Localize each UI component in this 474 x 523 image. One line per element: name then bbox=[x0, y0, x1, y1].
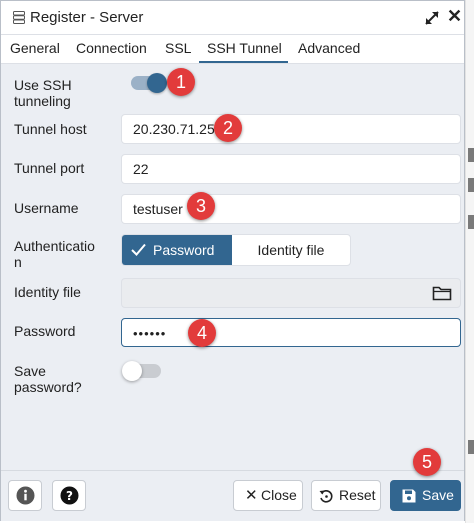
username-label: Username bbox=[14, 200, 79, 216]
annotation-badge: 3 bbox=[187, 192, 215, 220]
help-button[interactable]: ? bbox=[52, 480, 86, 511]
active-tab-indicator bbox=[199, 61, 288, 63]
reset-icon bbox=[319, 490, 333, 503]
save-button[interactable]: Save bbox=[390, 480, 461, 511]
folder-icon[interactable] bbox=[432, 285, 452, 301]
info-icon bbox=[16, 486, 35, 505]
info-button[interactable] bbox=[8, 480, 42, 511]
authentication-label: Authenticatio n bbox=[14, 238, 95, 270]
tunnel-host-input[interactable]: 20.230.71.25 bbox=[121, 114, 461, 144]
use-ssh-label: Use SSH tunneling bbox=[14, 77, 72, 109]
tunnel-host-label: Tunnel host bbox=[14, 121, 87, 137]
register-server-dialog: Register - Server ✕ General Connection S… bbox=[0, 0, 465, 521]
annotation-badge: 5 bbox=[413, 448, 441, 476]
dialog-footer: ? ✕ Close Reset Save bbox=[1, 470, 464, 521]
auth-option-identity-file[interactable]: Identity file bbox=[232, 235, 350, 265]
expand-icon[interactable] bbox=[424, 10, 440, 26]
tab-bar: General Connection SSL SSH Tunnel Advanc… bbox=[1, 35, 464, 64]
check-icon bbox=[131, 243, 146, 256]
background-mark bbox=[468, 148, 474, 162]
tab-advanced[interactable]: Advanced bbox=[298, 40, 360, 56]
background-mark bbox=[468, 178, 474, 192]
auth-option-password[interactable]: Password bbox=[122, 235, 232, 265]
background-mark bbox=[468, 215, 474, 229]
annotation-badge: 4 bbox=[188, 319, 216, 347]
close-icon[interactable]: ✕ bbox=[447, 6, 462, 26]
svg-text:?: ? bbox=[66, 489, 73, 503]
server-icon bbox=[13, 11, 25, 24]
x-icon: ✕ bbox=[245, 487, 258, 504]
help-icon: ? bbox=[60, 486, 79, 505]
tab-connection[interactable]: Connection bbox=[76, 40, 147, 56]
annotation-badge: 1 bbox=[167, 68, 195, 96]
tab-ssh-tunnel[interactable]: SSH Tunnel bbox=[207, 40, 282, 56]
tunnel-port-label: Tunnel port bbox=[14, 160, 85, 176]
reset-button[interactable]: Reset bbox=[311, 480, 381, 511]
identity-file-label: Identity file bbox=[14, 284, 81, 300]
background-mark bbox=[468, 440, 474, 454]
dialog-title: Register - Server bbox=[30, 9, 144, 26]
password-label: Password bbox=[14, 323, 76, 339]
floppy-disk-icon bbox=[402, 489, 416, 503]
tab-general[interactable]: General bbox=[10, 40, 60, 56]
tab-ssl[interactable]: SSL bbox=[165, 40, 191, 56]
username-input[interactable]: testuser bbox=[121, 194, 461, 224]
save-password-label: Save password? bbox=[14, 363, 82, 395]
close-button[interactable]: ✕ Close bbox=[233, 480, 303, 511]
authentication-selector: Password Identity file bbox=[121, 234, 351, 266]
annotation-badge: 2 bbox=[214, 114, 242, 142]
identity-file-input[interactable] bbox=[121, 278, 461, 308]
password-input[interactable]: •••••• bbox=[121, 318, 461, 347]
tunnel-port-input[interactable]: 22 bbox=[121, 154, 461, 184]
dialog-titlebar[interactable]: Register - Server ✕ bbox=[1, 1, 464, 35]
